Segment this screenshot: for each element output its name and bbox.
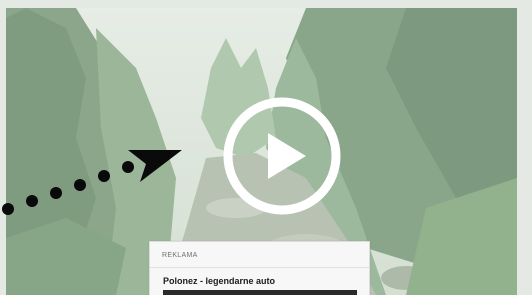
ad-label: REKLAMA bbox=[162, 252, 198, 259]
play-icon[interactable] bbox=[222, 96, 342, 216]
dotted-arrow-icon bbox=[2, 150, 182, 215]
ad-card[interactable]: REKLAMA Polonez - legendarne auto bbox=[149, 241, 370, 295]
ad-media-strip bbox=[163, 290, 357, 295]
page: REKLAMA Polonez - legendarne auto bbox=[0, 0, 532, 295]
ad-divider bbox=[150, 267, 369, 268]
ad-title[interactable]: Polonez - legendarne auto bbox=[163, 276, 275, 286]
